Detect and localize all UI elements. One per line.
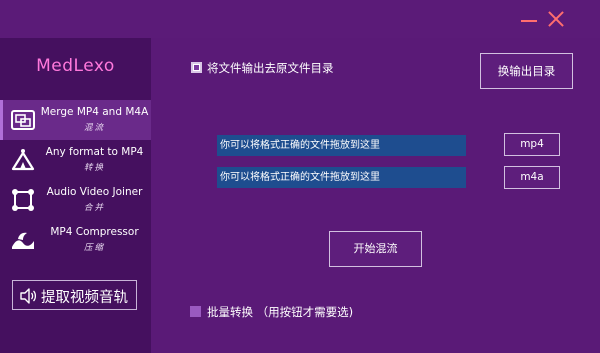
change-output-dir-button[interactable]: 换输出目录 [480, 53, 573, 89]
close-button[interactable] [545, 8, 567, 30]
sidebar-item-title: Audio Video Joiner [46, 186, 143, 198]
compress-icon [12, 232, 34, 249]
sidebar-item-title: MP4 Compressor [50, 226, 139, 238]
sidebar-item-subtitle: 转换 [83, 163, 105, 173]
extract-audio-button[interactable]: 提取视频音轨 [12, 280, 137, 310]
app-logo: MedLexo [36, 56, 115, 76]
sidebar: MedLexo Merge MP4 and M4A 混流 Any format … [0, 38, 151, 353]
convert-icon [11, 149, 35, 171]
mp4-browse-button[interactable]: mp4 [504, 133, 560, 156]
sidebar-item-title: Any format to MP4 [45, 146, 144, 158]
output-to-source-checkbox[interactable] [191, 62, 202, 73]
joiner-icon [12, 189, 34, 211]
sidebar-item-merge[interactable]: Merge MP4 and M4A 混流 [0, 100, 151, 140]
sidebar-item-subtitle: 混流 [83, 123, 105, 133]
merge-icon [11, 110, 35, 130]
sidebar-item-title: Merge MP4 and M4A [40, 106, 149, 118]
sidebar-item-convert[interactable]: Any format to MP4 转换 [0, 140, 151, 180]
speaker-icon [20, 288, 37, 304]
start-mux-button[interactable]: 开始混流 [329, 231, 422, 267]
title-bar [0, 0, 600, 38]
output-to-source-label: 将文件输出去原文件目录 [207, 61, 334, 75]
sidebar-item-subtitle: 压缩 [83, 243, 105, 253]
sidebar-item-subtitle: 合并 [83, 203, 105, 213]
mp4-drop-zone[interactable]: 你可以将格式正确的文件拖放到这里 [217, 135, 466, 156]
batch-convert-checkbox[interactable] [190, 306, 201, 317]
minimize-button[interactable] [518, 8, 540, 30]
batch-convert-label: 批量转换 （用按钮才需要选) [207, 305, 354, 319]
sidebar-item-joiner[interactable]: Audio Video Joiner 合并 [0, 180, 151, 220]
sidebar-item-compress[interactable]: MP4 Compressor 压缩 [0, 220, 151, 260]
m4a-browse-button[interactable]: m4a [504, 166, 560, 189]
m4a-drop-zone[interactable]: 你可以将格式正确的文件拖放到这里 [217, 167, 466, 188]
extract-audio-label: 提取视频音轨 [41, 290, 128, 306]
